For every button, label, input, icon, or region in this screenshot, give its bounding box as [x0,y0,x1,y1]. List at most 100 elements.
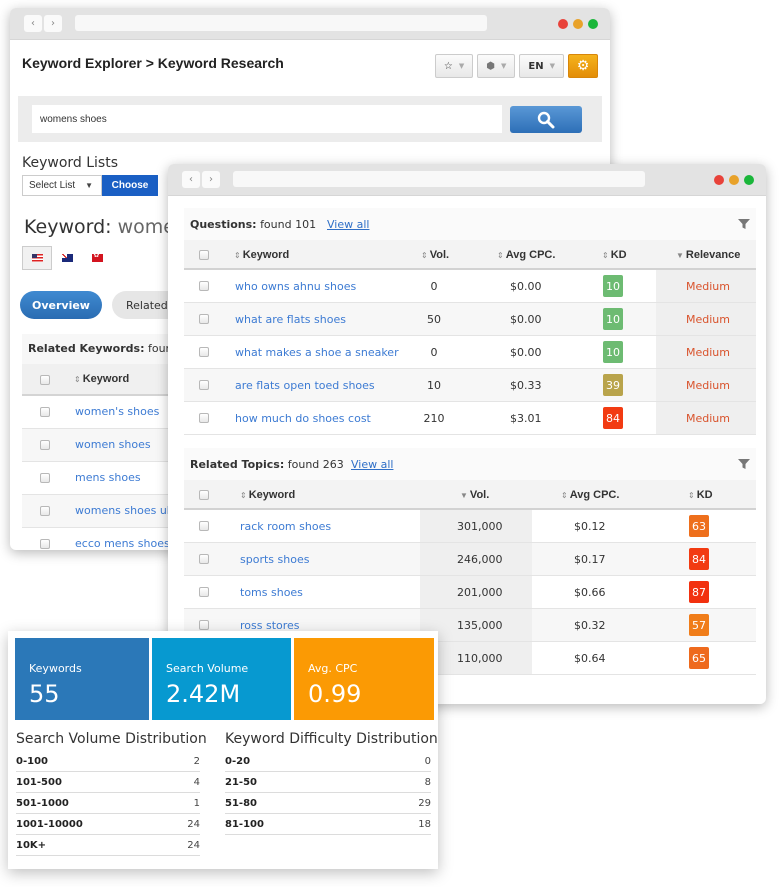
language-dropdown[interactable]: EN ▼ [519,54,564,78]
column-vol[interactable]: ▼ Vol. [460,489,489,501]
keyword-link[interactable]: sports shoes [240,553,309,566]
browser-titlebar: ‹ › [168,164,766,196]
relevance-value: Medium [686,280,730,293]
forward-button[interactable]: › [44,15,62,32]
row-checkbox[interactable] [199,554,209,564]
browser-titlebar: ‹ › [10,8,610,40]
row-checkbox[interactable] [199,413,209,423]
keyword-heading-label: Keyword: [24,216,112,238]
tab-overview[interactable]: Overview [20,291,102,319]
row-checkbox[interactable] [199,314,209,324]
row-checkbox[interactable] [199,587,209,597]
table-row: Medium how much do shoes cost 210 $3.01 84 [184,402,756,435]
column-relevance[interactable]: ▼ Relevance [676,249,740,261]
star-icon: ☆ [443,60,453,72]
row-checkbox[interactable] [40,407,50,417]
keyword-link[interactable]: what are flats shoes [235,313,346,326]
related-topics-view-all-link[interactable]: View all [351,458,393,471]
avg-cpc-tile: Avg. CPC 0.99 [294,638,434,720]
cpc-value: $3.01 [510,412,542,425]
back-button[interactable]: ‹ [182,171,200,188]
range-count: 1 [193,797,200,809]
keyword-link[interactable]: women's shoes [75,405,159,418]
search-bar [18,96,602,142]
relevance-value: Medium [686,313,730,326]
range-label: 81-100 [225,818,264,830]
table-row: Medium what are flats shoes 50 $0.00 10 [184,303,756,336]
url-bar[interactable] [233,171,645,187]
maximize-window-button[interactable] [744,175,754,185]
close-window-button[interactable] [714,175,724,185]
cpc-value: $0.00 [510,313,542,326]
search-volume-distribution: Search Volume Distribution 0-100 2 101-500… [16,731,207,856]
projects-dropdown[interactable]: ⬢ ▼ [477,54,516,78]
forward-button[interactable]: › [202,171,220,188]
keyword-link[interactable]: womens shoes uk [75,504,173,517]
range-label: 10K+ [16,839,47,851]
country-us[interactable] [22,246,52,270]
keyword-link[interactable]: how much do shoes cost [235,412,371,425]
keyword-link[interactable]: are flats open toed shoes [235,379,375,392]
cube-icon: ⬢ [486,60,496,72]
filter-icon[interactable] [738,218,750,230]
table-row: Medium who owns ahnu shoes 0 $0.00 10 [184,270,756,303]
range-label: 501-1000 [16,797,69,809]
cpc-value: $0.33 [510,379,542,392]
row-checkbox[interactable] [199,521,209,531]
column-avg-cpc[interactable]: ⇕ Avg CPC. [497,249,555,261]
select-all-checkbox[interactable] [199,490,209,500]
country-hk[interactable] [82,246,112,270]
questions-view-all-link[interactable]: View all [327,218,369,231]
keyword-link[interactable]: who owns ahnu shoes [235,280,356,293]
keyword-link[interactable]: toms shoes [240,586,303,599]
column-keyword[interactable]: ⇕ Keyword [74,373,129,385]
back-button[interactable]: ‹ [24,15,42,32]
select-all-checkbox[interactable] [199,250,209,260]
country-au[interactable] [52,246,82,270]
minimize-window-button[interactable] [729,175,739,185]
maximize-window-button[interactable] [588,19,598,29]
keyword-link[interactable]: what makes a shoe a sneaker [235,346,399,359]
favorites-dropdown[interactable]: ☆ ▼ [434,54,474,78]
search-icon [537,111,555,128]
choose-button[interactable]: Choose [102,175,158,196]
sort-icon: ⇕ [74,375,81,384]
keyword-search-input[interactable] [32,105,502,133]
column-keyword[interactable]: ⇕ Keyword [234,249,289,261]
range-count: 18 [418,818,431,830]
caret-down-icon: ▼ [85,181,94,190]
row-checkbox[interactable] [40,506,50,516]
row-checkbox[interactable] [199,620,209,630]
column-avg-cpc[interactable]: ⇕ Avg CPC. [561,489,619,501]
row-checkbox[interactable] [199,347,209,357]
url-bar[interactable] [75,15,487,31]
keyword-link[interactable]: mens shoes [75,471,141,484]
select-all-checkbox[interactable] [40,375,50,385]
keyword-link[interactable]: rack room shoes [240,520,331,533]
relevance-cell: Medium [656,303,756,335]
row-checkbox[interactable] [199,281,209,291]
column-kd[interactable]: ⇕ KD [602,249,627,261]
kd-badge: 10 [603,308,623,330]
row-checkbox[interactable] [40,539,50,549]
gear-icon: ⚙ [576,58,590,74]
search-button[interactable] [510,106,582,133]
row-checkbox[interactable] [40,473,50,483]
settings-button[interactable]: ⚙ [568,54,598,78]
column-kd[interactable]: ⇕ KD [688,489,713,501]
keyword-link[interactable]: ecco mens shoes [75,537,170,550]
row-checkbox[interactable] [199,380,209,390]
kd-badge: 10 [603,275,623,297]
row-checkbox[interactable] [40,440,50,450]
close-window-button[interactable] [558,19,568,29]
select-list-dropdown[interactable]: Select List ▼ [22,175,102,196]
keyword-link[interactable]: women shoes [75,438,151,451]
distribution-row: 21-50 8 [225,772,431,793]
column-keyword[interactable]: ⇕ Keyword [240,489,295,501]
range-label: 1001-10000 [16,818,83,830]
column-vol[interactable]: ⇕ Vol. [421,249,449,261]
caret-down-icon: ▼ [549,62,555,70]
filter-icon[interactable] [738,458,750,470]
au-flag-icon [61,254,73,262]
minimize-window-button[interactable] [573,19,583,29]
